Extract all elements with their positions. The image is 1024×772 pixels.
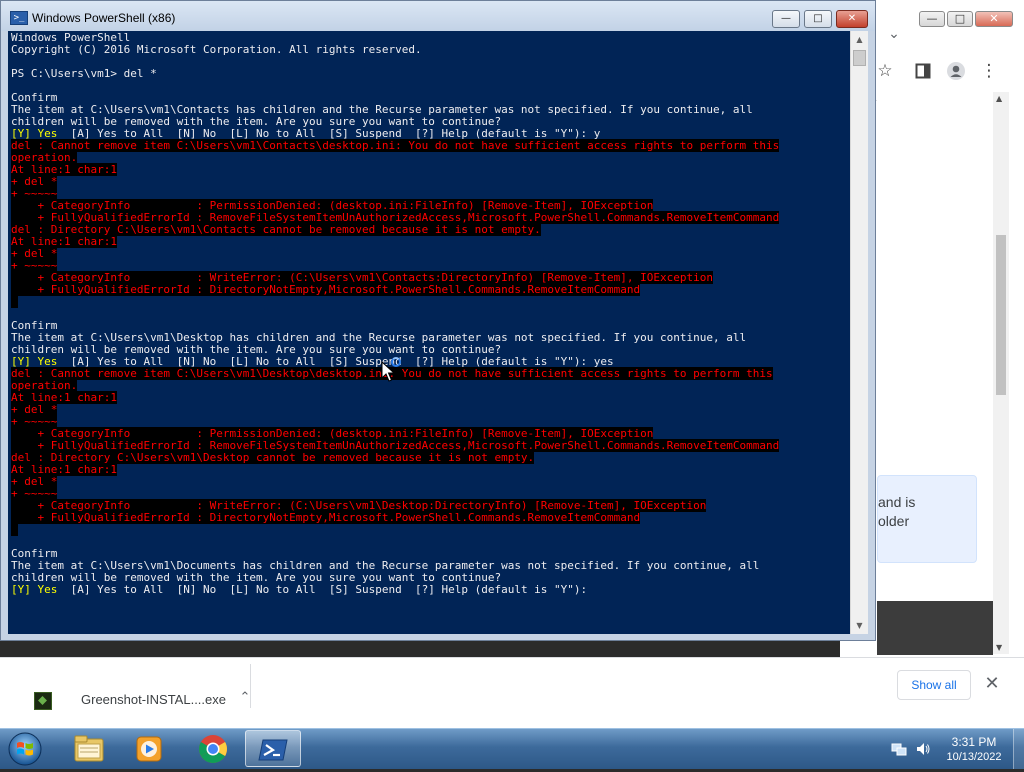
download-bar: Greenshot-INSTAL....exe ⌃ <box>0 657 1024 729</box>
console-line: + FullyQualifiedErrorId : DirectoryNotEm… <box>11 511 779 524</box>
show-desktop-button[interactable] <box>1013 729 1024 769</box>
console-line-text <box>11 295 18 308</box>
close-icon[interactable]: ✕ <box>982 674 1002 694</box>
menu-icon[interactable]: ⋮ <box>978 60 1000 82</box>
maximize-button[interactable]: □ <box>804 10 832 28</box>
installer-file-icon <box>34 692 52 710</box>
scroll-up-icon[interactable]: ▲ <box>851 31 868 48</box>
console-line-text: Copyright (C) 2016 Microsoft Corporation… <box>11 43 422 56</box>
chrome-close-button[interactable]: ✕ <box>975 11 1013 27</box>
console-line: At line:1 char:1 <box>11 463 779 476</box>
window-title: Windows PowerShell (x86) <box>32 11 176 25</box>
console-line: del : Directory C:\Users\vm1\Desktop can… <box>11 451 779 464</box>
console-line: PS C:\Users\vm1> del * <box>11 68 779 80</box>
taskbar-explorer[interactable] <box>61 730 117 767</box>
console-line-text: del : Cannot remove item C:\Users\vm1\Co… <box>11 139 780 152</box>
clock-date[interactable]: 10/13/2022 <box>944 751 1004 763</box>
chevron-up-icon[interactable]: ⌃ <box>236 689 254 707</box>
star-icon[interactable]: ☆ <box>874 60 896 82</box>
busy-indicator-icon <box>391 357 401 367</box>
download-divider <box>250 664 251 708</box>
volume-icon[interactable] <box>915 741 931 757</box>
powershell-window: >_ Windows PowerShell (x86) — □ ✕ Window… <box>0 0 876 641</box>
console-line-text: PS C:\Users\vm1> del * <box>11 67 157 80</box>
console-line: [Y] Yes [A] Yes to All [N] No [L] No to … <box>11 584 779 596</box>
console-line-text <box>11 523 18 536</box>
network-icon[interactable] <box>891 741 907 757</box>
taskbar-chrome[interactable] <box>185 730 241 767</box>
console-line: + del * <box>11 175 779 188</box>
console-line: Copyright (C) 2016 Microsoft Corporation… <box>11 44 779 56</box>
console-scrollbar-thumb[interactable] <box>853 50 866 66</box>
chrome-dark-section <box>877 601 993 655</box>
console-scrollbar[interactable]: ▲ ▼ <box>850 31 868 634</box>
taskbar-media-player[interactable] <box>121 730 177 767</box>
console-lines: Windows PowerShell Copyright (C) 2016 Mic… <box>11 32 780 596</box>
powershell-icon <box>258 739 288 761</box>
console-line: del : Cannot remove item C:\Users\vm1\De… <box>11 367 779 380</box>
default-choice-highlight: [Y] Yes <box>11 583 58 596</box>
console-line-text: [Y] Yes [A] Yes to All [N] No [L] No to … <box>11 583 588 596</box>
console-line: del : Directory C:\Users\vm1\Contacts ca… <box>11 223 779 236</box>
scroll-down-icon[interactable]: ▼ <box>851 617 868 634</box>
close-button[interactable]: ✕ <box>836 10 868 28</box>
powershell-icon: >_ <box>10 11 28 25</box>
console-line: + FullyQualifiedErrorId : DirectoryNotEm… <box>11 283 779 296</box>
console-line: + del * <box>11 247 779 260</box>
console-line: + del * <box>11 475 779 488</box>
console-line-text: + FullyQualifiedErrorId : DirectoryNotEm… <box>11 283 641 296</box>
powershell-titlebar[interactable]: >_ Windows PowerShell (x86) — □ ✕ <box>1 1 875 31</box>
console-line <box>11 523 779 536</box>
show-all-button[interactable]: Show all <box>897 670 971 700</box>
chrome-icon <box>199 735 227 763</box>
folder-icon <box>74 735 104 762</box>
start-button[interactable] <box>5 731 45 767</box>
info-card-line-2: older <box>878 513 910 529</box>
console-line: + del * <box>11 403 779 416</box>
console-line <box>11 295 779 308</box>
console-line-text: + FullyQualifiedErrorId : DirectoryNotEm… <box>11 511 641 524</box>
taskbar-powershell[interactable] <box>245 730 301 767</box>
console-line: At line:1 char:1 <box>11 235 779 248</box>
console-line: At line:1 char:1 <box>11 163 779 176</box>
chrome-scrollbar[interactable]: ▲ ▼ <box>993 92 1009 654</box>
console-line: At line:1 char:1 <box>11 391 779 404</box>
console-line: operation. <box>11 379 779 392</box>
clock-time[interactable]: 3:31 PM <box>950 735 998 749</box>
sidepanel-icon[interactable] <box>912 60 934 82</box>
taskbar: 3:31 PM 10/13/2022 <box>0 728 1024 769</box>
profile-icon[interactable] <box>945 60 967 82</box>
tab-search-icon[interactable]: ⌄ <box>885 27 903 41</box>
console-output[interactable]: Windows PowerShell Copyright (C) 2016 Mic… <box>8 31 850 634</box>
minimize-button[interactable]: — <box>772 10 800 28</box>
chrome-scrollbar-thumb[interactable] <box>996 235 1006 395</box>
download-filename: Greenshot-INSTAL....exe <box>81 692 226 707</box>
chrome-minimize-button[interactable]: — <box>919 11 945 27</box>
console-line: del : Cannot remove item C:\Users\vm1\Co… <box>11 139 780 152</box>
console-line: operation. <box>11 151 779 164</box>
chrome-maximize-button[interactable]: □ <box>947 11 973 27</box>
info-card-line-1: and is <box>878 494 916 510</box>
media-player-icon <box>136 736 162 762</box>
info-card: and is older <box>877 475 977 563</box>
download-item[interactable]: Greenshot-INSTAL....exe ⌃ <box>18 672 250 716</box>
